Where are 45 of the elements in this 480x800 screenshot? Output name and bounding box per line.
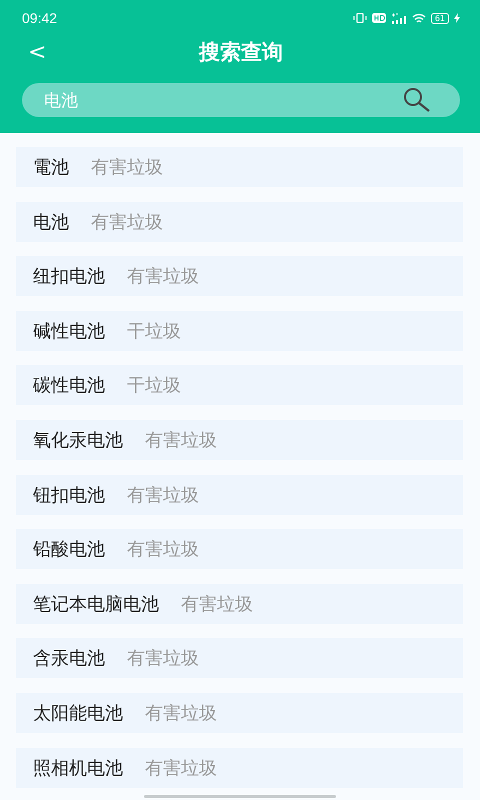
search-icon[interactable] [402,87,432,113]
item-name: 碳性电池 [33,374,105,398]
item-category: 有害垃圾 [127,647,199,670]
item-category: 有害垃圾 [145,428,217,452]
signal-icon [390,12,407,24]
result-item[interactable]: 電池 有害垃圾 [16,147,463,187]
result-item[interactable]: 铅酸电池 有害垃圾 [16,529,463,570]
battery-indicator: 61 [430,12,449,24]
item-name: 笔记本电脑电池 [33,592,159,616]
result-item[interactable]: 钮扣电池 有害垃圾 [16,474,463,515]
item-category: 有害垃圾 [145,756,217,780]
item-name: 碱性电池 [33,320,105,343]
wifi-icon [412,12,426,24]
item-category: 有害垃圾 [91,210,163,234]
item-name: 氧化汞电池 [33,428,123,452]
item-category: 有害垃圾 [127,538,199,562]
result-item[interactable]: 氧化汞电池 有害垃圾 [16,420,463,460]
hd-icon [372,13,386,23]
item-name: 铅酸电池 [33,538,105,562]
result-item[interactable]: 碱性电池 干垃圾 [16,310,463,351]
result-item[interactable]: 电池 有害垃圾 [16,202,463,242]
item-category: 有害垃圾 [91,156,163,179]
item-category: 有害垃圾 [145,702,217,725]
item-name: 太阳能电池 [33,702,123,725]
item-name: 纽扣电池 [33,265,105,288]
result-item[interactable]: 含汞电池 有害垃圾 [16,638,463,678]
item-category: 干垃圾 [127,374,181,398]
result-item[interactable]: 太阳能电池 有害垃圾 [16,692,463,733]
item-name: 电池 [33,210,69,234]
item-category: 有害垃圾 [127,484,199,507]
status-time: 09:42 [22,10,58,26]
result-item[interactable]: 照相机电池 有害垃圾 [16,748,463,788]
item-name: 含汞电池 [33,647,105,670]
result-item[interactable]: 纽扣电池 有害垃圾 [16,256,463,296]
vibrate-icon [352,13,367,23]
item-category: 有害垃圾 [127,265,199,288]
result-item[interactable]: 碳性电池 干垃圾 [16,365,463,406]
charging-icon [454,13,460,23]
page-title: 搜索查询 [199,39,283,66]
item-name: 钮扣电池 [33,484,105,507]
item-category: 干垃圾 [127,320,181,343]
item-name: 照相机电池 [33,756,123,780]
result-item[interactable]: 笔记本电脑电池 有害垃圾 [16,584,463,624]
item-name: 電池 [33,156,69,179]
item-category: 有害垃圾 [181,592,253,616]
